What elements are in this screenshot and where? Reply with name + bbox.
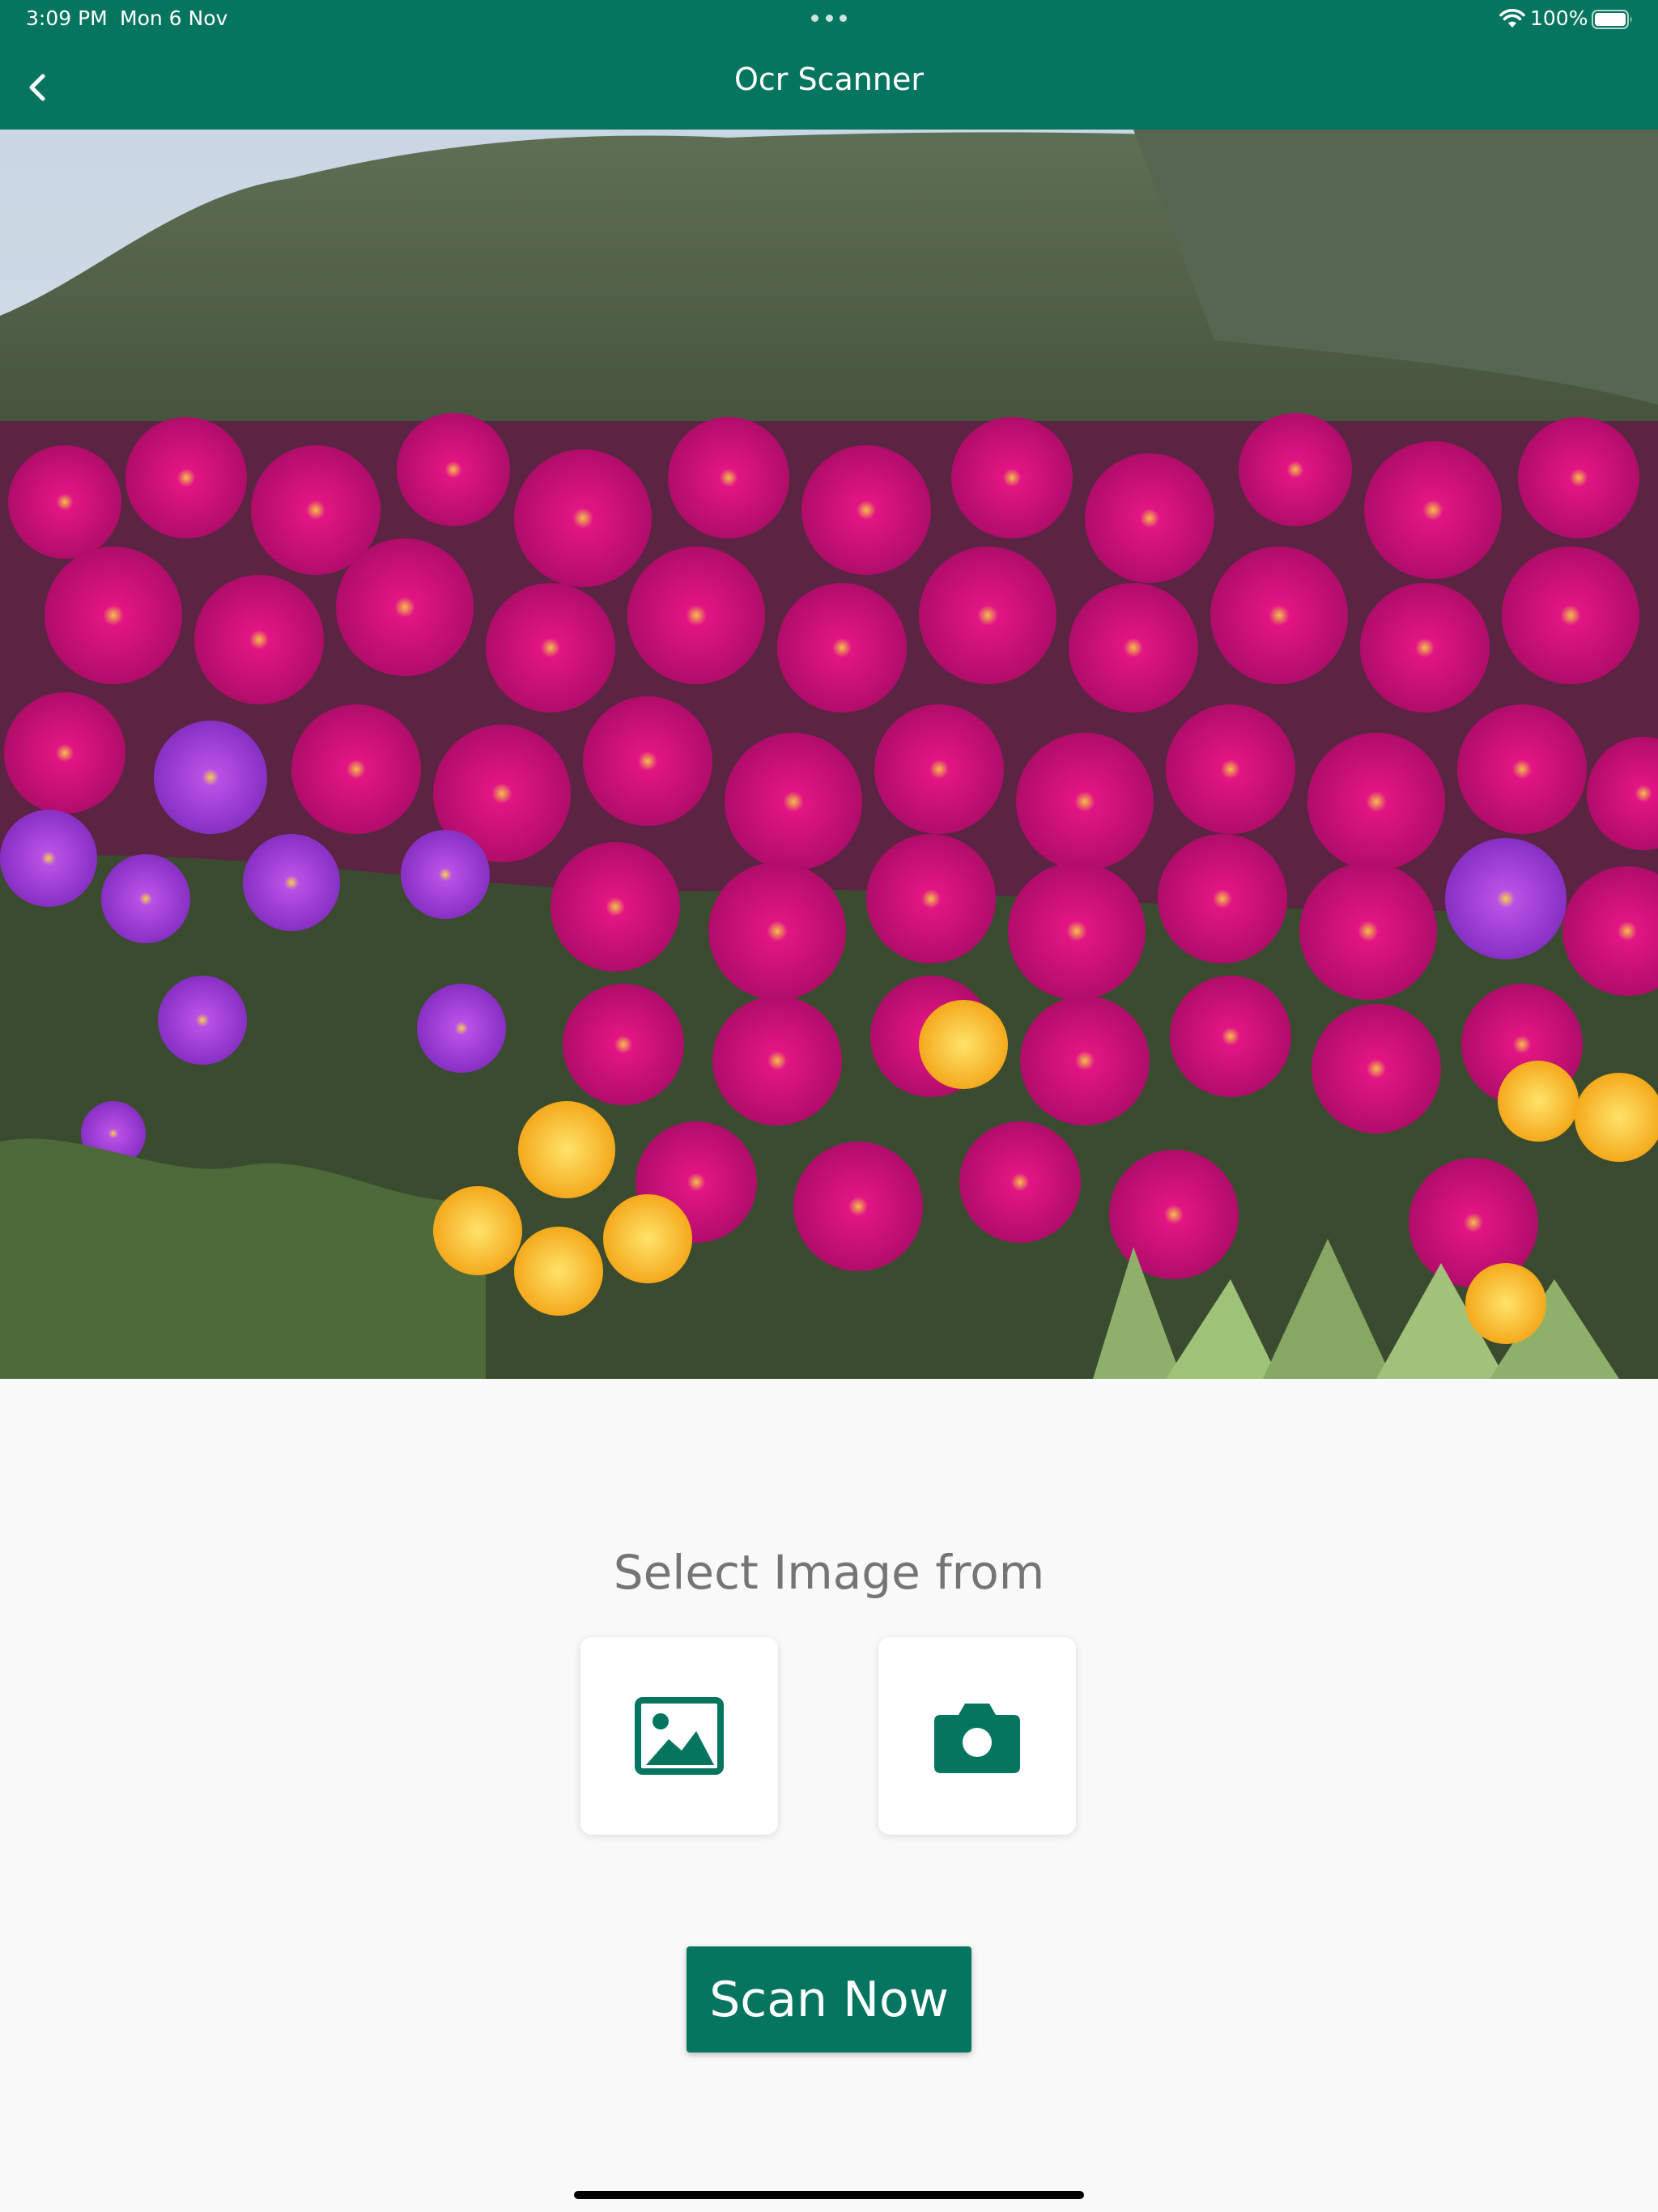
ocr-scanner-screen: 3:09 PM Mon 6 Nov 100% Ocr Scanner Selec… (0, 0, 1658, 2212)
status-bar: 3:09 PM Mon 6 Nov 100% (0, 0, 1658, 39)
select-image-label: Select Image from (613, 1545, 1045, 1600)
app-header: 3:09 PM Mon 6 Nov 100% Ocr Scanner (0, 0, 1658, 130)
battery-percentage: 100% (1530, 6, 1588, 30)
status-time: 3:09 PM (26, 6, 108, 30)
navigation-bar: Ocr Scanner (0, 49, 1658, 126)
camera-icon (934, 1704, 1020, 1773)
camera-button[interactable] (878, 1637, 1076, 1835)
home-indicator[interactable] (574, 2191, 1084, 2199)
preview-image (0, 130, 1658, 1379)
scan-now-button[interactable]: Scan Now (687, 1946, 971, 2052)
gallery-button[interactable] (580, 1637, 778, 1835)
battery-icon (1592, 10, 1632, 29)
status-date: Mon 6 Nov (120, 6, 228, 30)
flower-field-photo (0, 130, 1658, 1379)
page-title: Ocr Scanner (734, 62, 924, 97)
wifi-icon (1499, 9, 1525, 28)
image-icon (635, 1697, 724, 1775)
multitasking-dots-icon[interactable] (811, 15, 847, 23)
